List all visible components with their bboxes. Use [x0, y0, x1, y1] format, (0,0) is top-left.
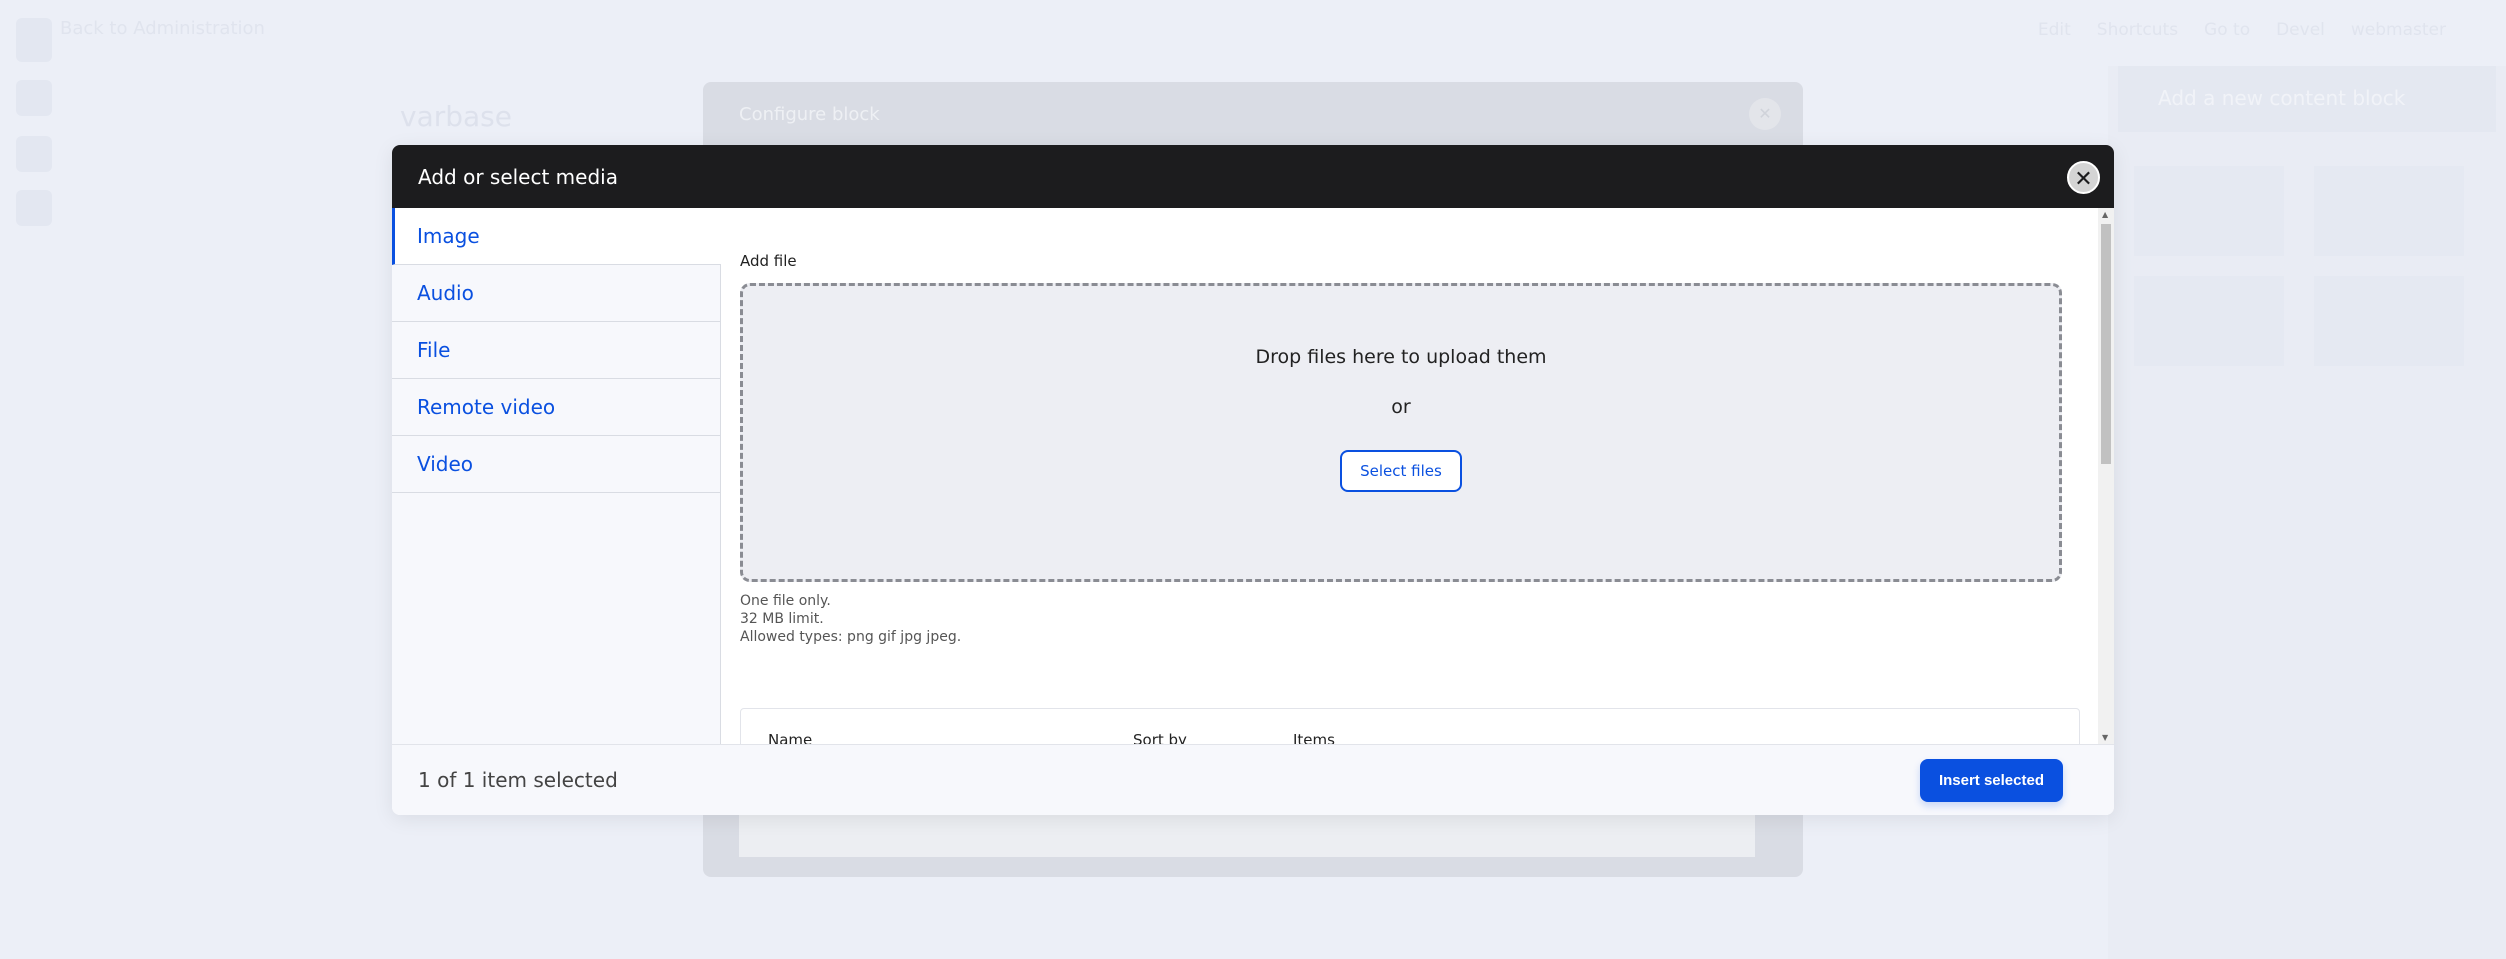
- description-line: Allowed types: png gif jpg jpeg.: [740, 629, 962, 645]
- configure-block-title: Configure block: [739, 104, 880, 125]
- media-type-tabs: Image Audio File Remote video Video: [392, 208, 721, 744]
- upload-description: One file only. 32 MB limit. Allowed type…: [740, 592, 961, 646]
- column-header-sort-by[interactable]: Sort by: [1133, 731, 1187, 744]
- block-tile: [2134, 166, 2284, 256]
- dropzone[interactable]: Drop files here to upload them or Select…: [740, 283, 2062, 582]
- media-table: Name Sort by Items: [740, 708, 2080, 744]
- dashboard-icon: [16, 80, 52, 116]
- select-files-button[interactable]: Select files: [1340, 450, 1462, 492]
- dropzone-or: or: [1391, 396, 1411, 418]
- dialog-footer: 1 of 1 item selected Insert selected: [392, 744, 2114, 815]
- block-tile: [2314, 276, 2464, 366]
- block-tile: [2314, 166, 2464, 256]
- media-dialog: Add or select media ✕ Image Audio File R…: [392, 145, 2114, 815]
- tab-image[interactable]: Image: [392, 208, 721, 265]
- dropzone-message: Drop files here to upload them: [1255, 346, 1547, 368]
- toolbar-item: Devel: [2276, 20, 2325, 40]
- side-panel: Add a new content block: [2108, 66, 2506, 959]
- tab-audio[interactable]: Audio: [392, 265, 720, 322]
- toolbar-item: webmaster: [2350, 20, 2446, 40]
- back-to-admin-link: Back to Administration: [60, 18, 265, 39]
- scroll-down-icon[interactable]: ▼: [2102, 733, 2108, 742]
- description-line: One file only.: [740, 593, 831, 609]
- scrollbar[interactable]: ▲ ▼: [2098, 208, 2114, 744]
- scrollbar-thumb[interactable]: [2101, 224, 2111, 464]
- tab-file[interactable]: File: [392, 322, 720, 379]
- column-header-items[interactable]: Items: [1293, 731, 1335, 744]
- brand-logo: varbase: [400, 100, 512, 133]
- add-file-label: Add file: [740, 252, 797, 270]
- selection-count: 1 of 1 item selected: [418, 768, 618, 792]
- close-icon: ✕: [1749, 98, 1781, 130]
- tab-remote-video[interactable]: Remote video: [392, 379, 720, 436]
- insert-selected-button[interactable]: Insert selected: [1919, 758, 2063, 802]
- background-sidebar: [0, 0, 72, 959]
- tab-content: Add file Drop files here to upload them …: [722, 208, 2098, 744]
- block-tile: [2134, 276, 2284, 366]
- close-icon[interactable]: ✕: [2067, 161, 2100, 194]
- side-panel-title: Add a new content block: [2118, 66, 2496, 132]
- toolbar-item: Shortcuts: [2096, 20, 2179, 40]
- toolbar-item: Edit: [2037, 20, 2071, 40]
- background-toolbar: Edit Shortcuts Go to Devel webmaster: [2038, 20, 2446, 40]
- tab-video[interactable]: Video: [392, 436, 720, 493]
- toolbar-item: Go to: [2204, 20, 2251, 40]
- settings-icon: [16, 190, 52, 226]
- dialog-title: Add or select media: [418, 164, 618, 189]
- dialog-header: Add or select media: [392, 145, 2114, 208]
- description-line: 32 MB limit.: [740, 611, 824, 627]
- content-icon: [16, 136, 52, 172]
- scroll-up-icon[interactable]: ▲: [2102, 210, 2108, 219]
- column-header-name[interactable]: Name: [768, 731, 812, 744]
- logo-icon: [16, 18, 52, 62]
